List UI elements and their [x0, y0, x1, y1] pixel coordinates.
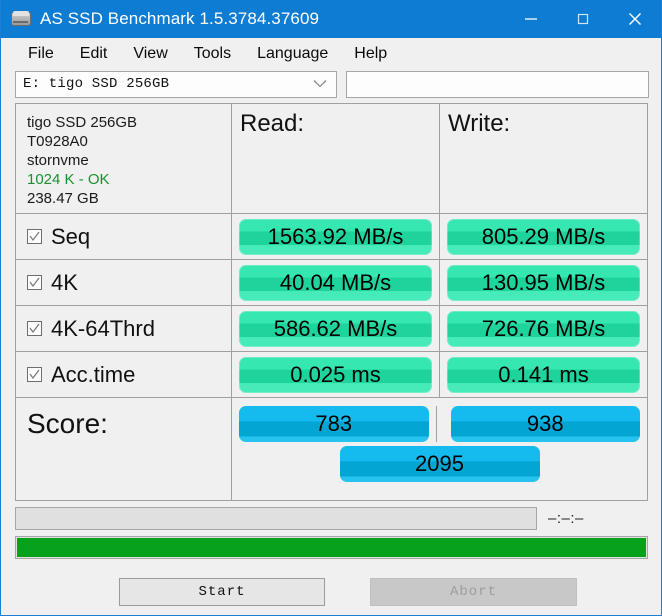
menu-item-language[interactable]: Language: [244, 43, 341, 65]
test-4k-toggle[interactable]: 4K: [16, 260, 232, 305]
score-row: Score: 783 938: [16, 398, 647, 501]
test-seq-write-value: 805.29 MB/s: [482, 224, 606, 250]
score-read-value: 783: [315, 411, 352, 437]
checkmark-icon[interactable]: [27, 367, 42, 382]
checkmark-icon[interactable]: [27, 229, 42, 244]
result-bar: 40.04 MB/s: [239, 265, 432, 301]
result-bar: 130.95 MB/s: [447, 265, 640, 301]
elapsed-timer: –:–:–: [548, 510, 584, 527]
close-icon: [626, 10, 644, 28]
drive-select-row: E: tigo SSD 256GB: [1, 69, 661, 99]
score-bar: 783: [239, 406, 429, 442]
score-title: Score:: [27, 408, 108, 440]
test-acctime-write-value: 0.141 ms: [498, 362, 589, 388]
test-acctime-label: Acc.time: [51, 362, 135, 388]
result-bar: 726.76 MB/s: [447, 311, 640, 347]
test-seq-label: Seq: [51, 224, 90, 250]
test-4k-write-cell: 130.95 MB/s: [440, 260, 647, 305]
read-header-label: Read:: [240, 110, 304, 138]
table-row: Acc.time 0.025 ms 0.141 ms: [16, 352, 647, 398]
maximize-button[interactable]: [557, 0, 609, 38]
test-acctime-toggle[interactable]: Acc.time: [16, 352, 232, 397]
window-title: AS SSD Benchmark 1.5.3784.37609: [40, 9, 319, 29]
drive-firmware: T0928A0: [27, 132, 88, 151]
checkmark-icon[interactable]: [27, 321, 42, 336]
maximize-icon: [575, 11, 591, 27]
menu-item-edit[interactable]: Edit: [67, 43, 121, 65]
drive-select-dropdown[interactable]: E: tigo SSD 256GB: [15, 71, 337, 98]
bottom-panel: –:–:– Start Abort: [1, 501, 661, 606]
abort-button: Abort: [370, 578, 577, 606]
menu-item-file[interactable]: File: [15, 43, 67, 65]
drive-info-panel: tigo SSD 256GB T0928A0 stornvme 1024 K -…: [16, 104, 232, 213]
drive-model: tigo SSD 256GB: [27, 113, 137, 132]
result-bar: 0.025 ms: [239, 357, 432, 393]
result-bar: 805.29 MB/s: [447, 219, 640, 255]
write-column-header: Write:: [440, 104, 647, 213]
test-seq-write-cell: 805.29 MB/s: [440, 214, 647, 259]
drive-info-row: tigo SSD 256GB T0928A0 stornvme 1024 K -…: [16, 104, 647, 214]
test-4k-read-cell: 40.04 MB/s: [232, 260, 440, 305]
result-bar: 586.62 MB/s: [239, 311, 432, 347]
menu-item-tools[interactable]: Tools: [181, 43, 244, 65]
test-acctime-write-cell: 0.141 ms: [440, 352, 647, 397]
main-progress-bar: [15, 536, 648, 559]
write-header-label: Write:: [448, 110, 510, 138]
main-progress-fill: [17, 538, 646, 557]
app-window: AS SSD Benchmark 1.5.3784.37609 File: [0, 0, 662, 616]
test-4k-label: 4K: [51, 270, 78, 296]
drive-driver: stornvme: [27, 151, 89, 170]
drive-capacity: 238.47 GB: [27, 189, 99, 208]
action-buttons: Start Abort: [15, 578, 648, 606]
checkmark-icon[interactable]: [27, 275, 42, 290]
test-4k64thrd-toggle[interactable]: 4K-64Thrd: [16, 306, 232, 351]
menu-item-view[interactable]: View: [120, 43, 180, 65]
score-total-value: 2095: [415, 451, 464, 477]
score-write-cell: 938: [444, 406, 648, 442]
drive-select-value: E: tigo SSD 256GB: [16, 76, 169, 92]
minimize-button[interactable]: [505, 0, 557, 38]
score-read-cell: 783: [232, 406, 437, 442]
test-4k64thrd-write-value: 726.76 MB/s: [482, 316, 606, 342]
menu-item-help[interactable]: Help: [341, 43, 400, 65]
title-bar: AS SSD Benchmark 1.5.3784.37609: [1, 0, 661, 38]
minimize-icon: [523, 11, 539, 27]
table-row: 4K 40.04 MB/s 130.95 MB/s: [16, 260, 647, 306]
progress-row: –:–:–: [15, 507, 648, 530]
start-button[interactable]: Start: [119, 578, 325, 606]
test-4k-read-value: 40.04 MB/s: [280, 270, 391, 296]
chevron-down-icon: [313, 75, 327, 93]
score-total-bar: 2095: [340, 446, 540, 482]
read-column-header: Read:: [232, 104, 440, 213]
table-row: 4K-64Thrd 586.62 MB/s 726.76 MB/s: [16, 306, 647, 352]
menu-bar: File Edit View Tools Language Help: [1, 38, 661, 69]
test-seq-read-value: 1563.92 MB/s: [268, 224, 404, 250]
test-4k64thrd-read-value: 586.62 MB/s: [274, 316, 398, 342]
result-bar: 0.141 ms: [447, 357, 640, 393]
test-4k64thrd-label: 4K-64Thrd: [51, 316, 155, 342]
score-write-value: 938: [527, 411, 564, 437]
results-table: tigo SSD 256GB T0928A0 stornvme 1024 K -…: [15, 103, 648, 501]
score-label-cell: Score:: [16, 398, 232, 500]
test-4k64thrd-write-cell: 726.76 MB/s: [440, 306, 647, 351]
test-acctime-read-cell: 0.025 ms: [232, 352, 440, 397]
test-4k-write-value: 130.95 MB/s: [482, 270, 606, 296]
test-seq-read-cell: 1563.92 MB/s: [232, 214, 440, 259]
result-bar: 1563.92 MB/s: [239, 219, 432, 255]
score-bar: 938: [451, 406, 641, 442]
score-bars-area: 783 938 2095: [232, 398, 647, 500]
test-acctime-read-value: 0.025 ms: [290, 362, 381, 388]
table-row: Seq 1563.92 MB/s 805.29 MB/s: [16, 214, 647, 260]
test-seq-toggle[interactable]: Seq: [16, 214, 232, 259]
status-input[interactable]: [346, 71, 649, 98]
test-4k64thrd-read-cell: 586.62 MB/s: [232, 306, 440, 351]
caption-buttons: [505, 0, 661, 38]
secondary-progress-bar: [15, 507, 537, 530]
close-button[interactable]: [609, 0, 661, 38]
hard-drive-icon: [11, 9, 31, 29]
drive-alignment: 1024 K - OK: [27, 170, 110, 189]
